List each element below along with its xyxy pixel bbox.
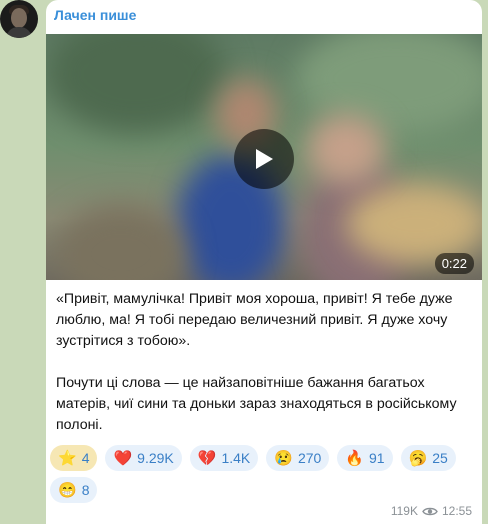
play-icon [256, 149, 273, 169]
reaction-count: 1.4K [221, 450, 251, 466]
fire-icon: 🔥 [345, 449, 364, 467]
reaction-count: 25 [432, 450, 448, 466]
reaction-heart[interactable]: ❤️ 9.29K [105, 445, 182, 471]
grinning-face-icon: 😁 [58, 481, 77, 499]
view-count: 119K [390, 504, 418, 518]
reaction-count: 270 [297, 450, 322, 466]
eye-icon [422, 507, 438, 515]
message-time: 12:55 [441, 504, 472, 518]
star-icon: ⭐ [58, 449, 77, 467]
reaction-count: 4 [81, 450, 90, 466]
channel-name[interactable]: Лачен пише [54, 7, 136, 23]
reaction-star[interactable]: ⭐ 4 [50, 445, 98, 471]
message-paragraph: «Привіт, мамулічка! Привіт моя хороша, п… [56, 291, 453, 349]
video-player[interactable]: 0:22 [46, 34, 482, 280]
reaction-broken-heart[interactable]: 💔 1.4K [189, 445, 259, 471]
message-paragraph: Почути ці слова — це найзаповітніше бажа… [56, 375, 457, 433]
crying-face-icon: 😢 [274, 449, 293, 467]
reaction-crying-face[interactable]: 😢 270 [266, 445, 330, 471]
message-text: «Привіт, мамулічка! Привіт моя хороша, п… [56, 289, 474, 436]
message-meta: 119K 12:55 [391, 504, 472, 518]
channel-avatar[interactable] [0, 0, 38, 38]
broken-heart-icon: 💔 [197, 449, 217, 467]
heart-icon: ❤️ [113, 449, 133, 467]
reaction-fire[interactable]: 🔥 91 [337, 445, 393, 471]
play-button[interactable] [234, 129, 294, 189]
video-duration: 0:22 [434, 253, 474, 274]
yawning-face-icon: 🥱 [408, 449, 428, 467]
reaction-yawning-face[interactable]: 🥱 25 [400, 445, 456, 471]
reaction-count: 8 [81, 482, 90, 498]
reaction-count: 91 [369, 450, 385, 466]
reactions-bar: ⭐ 4 ❤️ 9.29K 💔 1.4K 😢 270 🔥 91 🥱 25 😁 8 [50, 445, 474, 503]
message-bubble: Лачен пише 0:22 «Привіт, мамулічка! Прив… [46, 0, 482, 524]
reaction-grinning-face[interactable]: 😁 8 [50, 477, 98, 503]
reaction-count: 9.29K [137, 450, 174, 466]
